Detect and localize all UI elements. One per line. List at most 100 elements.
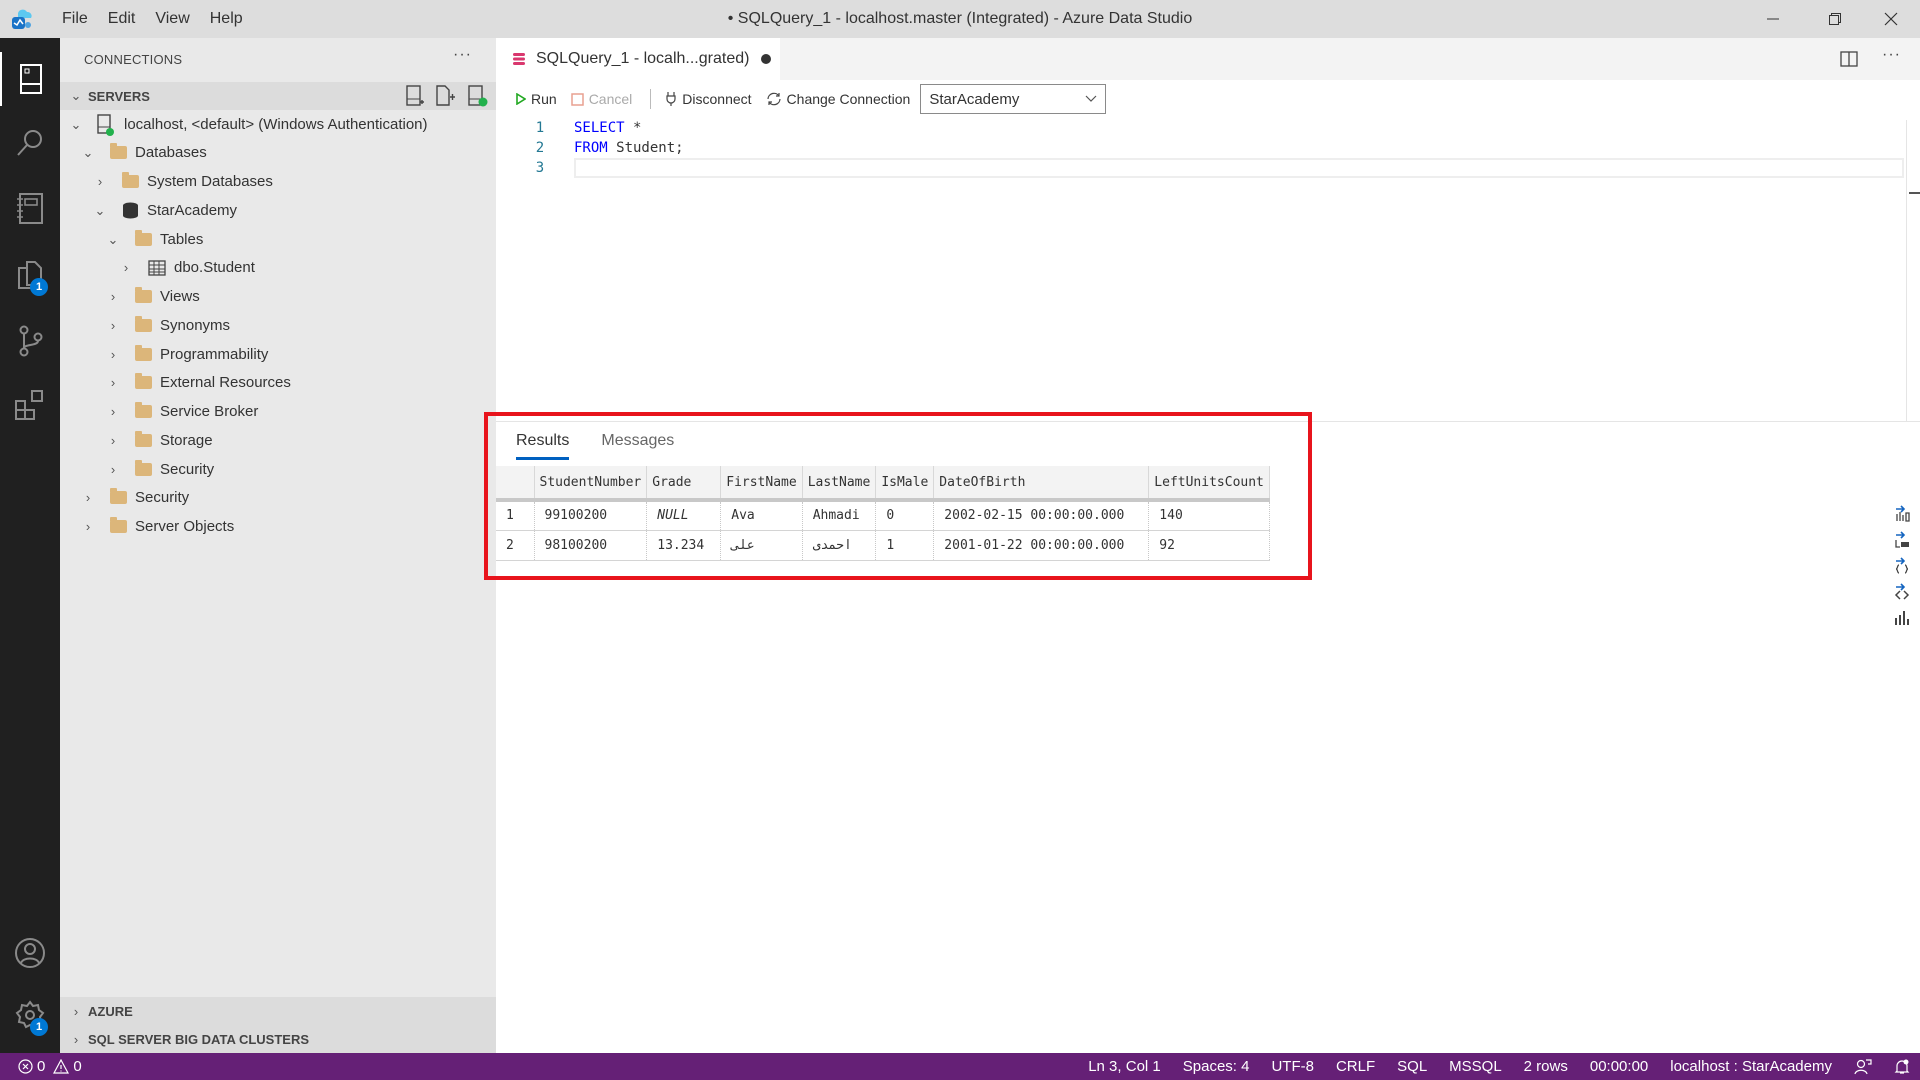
encoding[interactable]: UTF-8 bbox=[1271, 1058, 1314, 1075]
save-as-excel-icon bbox=[1895, 531, 1909, 548]
language-mode[interactable]: SQL bbox=[1397, 1058, 1427, 1075]
save-as-excel-button[interactable] bbox=[1892, 530, 1912, 549]
connection-provider[interactable]: MSSQL bbox=[1449, 1058, 1502, 1075]
run-label: Run bbox=[531, 91, 557, 107]
disconnect-label: Disconnect bbox=[682, 91, 752, 107]
minimize-button[interactable] bbox=[1750, 0, 1796, 38]
change-connection-icon bbox=[766, 92, 781, 106]
menu-edit[interactable]: Edit bbox=[98, 10, 146, 28]
restore-button[interactable] bbox=[1812, 0, 1858, 38]
tree-item-views[interactable]: › Views bbox=[103, 282, 200, 311]
chevron-right-icon: › bbox=[73, 1003, 79, 1019]
chevron-down-icon: ⌄ bbox=[70, 88, 82, 103]
notebooks-icon bbox=[17, 193, 43, 224]
folder-icon bbox=[135, 287, 152, 303]
disconnect-button[interactable]: Disconnect bbox=[665, 91, 752, 107]
chevron-right-icon: › bbox=[97, 174, 103, 189]
chart-button[interactable] bbox=[1892, 608, 1912, 627]
tree-item-db-security[interactable]: › Security bbox=[103, 455, 214, 484]
activity-search[interactable] bbox=[0, 116, 60, 170]
folder-icon bbox=[135, 373, 152, 389]
indentation[interactable]: Spaces: 4 bbox=[1183, 1058, 1250, 1075]
run-button[interactable]: Run bbox=[516, 91, 557, 107]
folder-icon bbox=[135, 345, 152, 361]
error-icon bbox=[18, 1059, 33, 1074]
new-server-group-icon[interactable] bbox=[436, 85, 456, 107]
tree-item-staracademy[interactable]: ⌄ StarAcademy bbox=[90, 196, 238, 225]
menu-view[interactable]: View bbox=[145, 10, 199, 28]
cursor-position[interactable]: Ln 3, Col 1 bbox=[1088, 1058, 1161, 1075]
azure-section-title: AZURE bbox=[88, 1003, 133, 1019]
tree-item-service-broker[interactable]: › Service Broker bbox=[103, 397, 258, 426]
bdc-section-title: SQL SERVER BIG DATA CLUSTERS bbox=[88, 1031, 310, 1047]
activity-settings[interactable]: 1 bbox=[0, 988, 60, 1042]
split-editor-icon[interactable] bbox=[1840, 51, 1858, 67]
table-icon bbox=[148, 259, 166, 276]
menu-file[interactable]: File bbox=[52, 10, 98, 28]
tree-label: Synonyms bbox=[160, 317, 231, 334]
save-as-xml-button[interactable] bbox=[1892, 582, 1912, 601]
tree-label: Service Broker bbox=[160, 403, 259, 420]
new-connection-icon[interactable] bbox=[406, 85, 424, 107]
code-line: 3 bbox=[496, 158, 1920, 178]
save-as-csv-button[interactable] bbox=[1892, 504, 1912, 523]
activity-source-control[interactable] bbox=[0, 314, 60, 368]
bdc-section-header[interactable]: › SQL SERVER BIG DATA CLUSTERS bbox=[60, 1025, 496, 1053]
tree-item-server-security[interactable]: › Security bbox=[78, 483, 189, 512]
chevron-down-icon bbox=[1085, 95, 1097, 102]
tree-item-server[interactable]: ⌄ localhost, <default> (Windows Authenti… bbox=[66, 110, 428, 139]
save-as-json-icon bbox=[1895, 557, 1909, 574]
database-select-value: StarAcademy bbox=[929, 90, 1020, 108]
tree-label: Databases bbox=[135, 144, 207, 161]
tab-label: SQLQuery_1 - localh...grated) bbox=[536, 50, 750, 67]
editor-more-actions-icon[interactable]: ··· bbox=[1882, 46, 1901, 64]
database-select[interactable]: StarAcademy bbox=[920, 84, 1107, 114]
tree-label: localhost, <default> (Windows Authentica… bbox=[124, 116, 428, 133]
tree-item-programmability[interactable]: › Programmability bbox=[103, 340, 268, 369]
tree-item-storage[interactable]: › Storage bbox=[103, 426, 213, 455]
tree-label: Security bbox=[135, 489, 190, 506]
tree-label: dbo.Student bbox=[174, 259, 255, 276]
save-as-json-button[interactable] bbox=[1892, 556, 1912, 575]
tree-item-databases[interactable]: ⌄ Databases bbox=[78, 138, 207, 167]
notifications-bell-icon[interactable] bbox=[1894, 1059, 1910, 1075]
chevron-right-icon: › bbox=[85, 490, 91, 505]
sql-keyword: FROM bbox=[574, 140, 608, 156]
activity-explorer[interactable]: 1 bbox=[0, 248, 60, 302]
activity-connections[interactable] bbox=[0, 52, 60, 106]
tree-item-system-databases[interactable]: › System Databases bbox=[90, 167, 273, 196]
end-of-line[interactable]: CRLF bbox=[1336, 1058, 1375, 1075]
tree-label: Programmability bbox=[160, 346, 269, 363]
warning-icon bbox=[53, 1059, 70, 1074]
activity-extensions[interactable] bbox=[0, 378, 60, 432]
activity-accounts[interactable] bbox=[0, 926, 60, 980]
change-connection-button[interactable]: Change Connection bbox=[766, 91, 910, 107]
activity-notebooks[interactable] bbox=[0, 182, 60, 236]
azure-section-header[interactable]: › AZURE bbox=[60, 997, 496, 1025]
menu-help[interactable]: Help bbox=[200, 10, 253, 28]
chevron-right-icon: › bbox=[110, 462, 116, 477]
tree-item-synonyms[interactable]: › Synonyms bbox=[103, 311, 230, 340]
tree-item-tables[interactable]: ⌄ Tables bbox=[103, 225, 203, 254]
search-icon bbox=[17, 130, 42, 156]
active-connections-icon[interactable] bbox=[468, 85, 488, 107]
feedback-icon[interactable] bbox=[1854, 1058, 1872, 1075]
cancel-button[interactable]: Cancel bbox=[570, 91, 632, 107]
problems-indicator[interactable]: 0 0 bbox=[18, 1058, 82, 1075]
close-button[interactable] bbox=[1868, 0, 1914, 38]
connection-status[interactable]: localhost : StarAcademy bbox=[1670, 1058, 1832, 1075]
sidebar-more-button[interactable]: ··· bbox=[453, 46, 472, 64]
tree-item-dbo-student[interactable]: › dbo.Student bbox=[116, 253, 255, 282]
save-as-csv-icon bbox=[1896, 505, 1910, 522]
error-count: 0 bbox=[37, 1058, 46, 1075]
unsaved-dot-icon[interactable] bbox=[761, 54, 772, 64]
editor-scrollbar[interactable] bbox=[1906, 120, 1920, 422]
tab-sqlquery-1[interactable]: SQLQuery_1 - localh...grated) bbox=[496, 38, 780, 80]
servers-section-header[interactable]: ⌄ SERVERS bbox=[60, 82, 496, 110]
tree-item-server-objects[interactable]: › Server Objects bbox=[78, 512, 234, 541]
folder-icon bbox=[135, 431, 152, 447]
connections-icon bbox=[20, 64, 42, 94]
sql-file-icon bbox=[513, 53, 525, 65]
folder-icon bbox=[135, 402, 152, 418]
tree-item-external-resources[interactable]: › External Resources bbox=[103, 368, 291, 397]
